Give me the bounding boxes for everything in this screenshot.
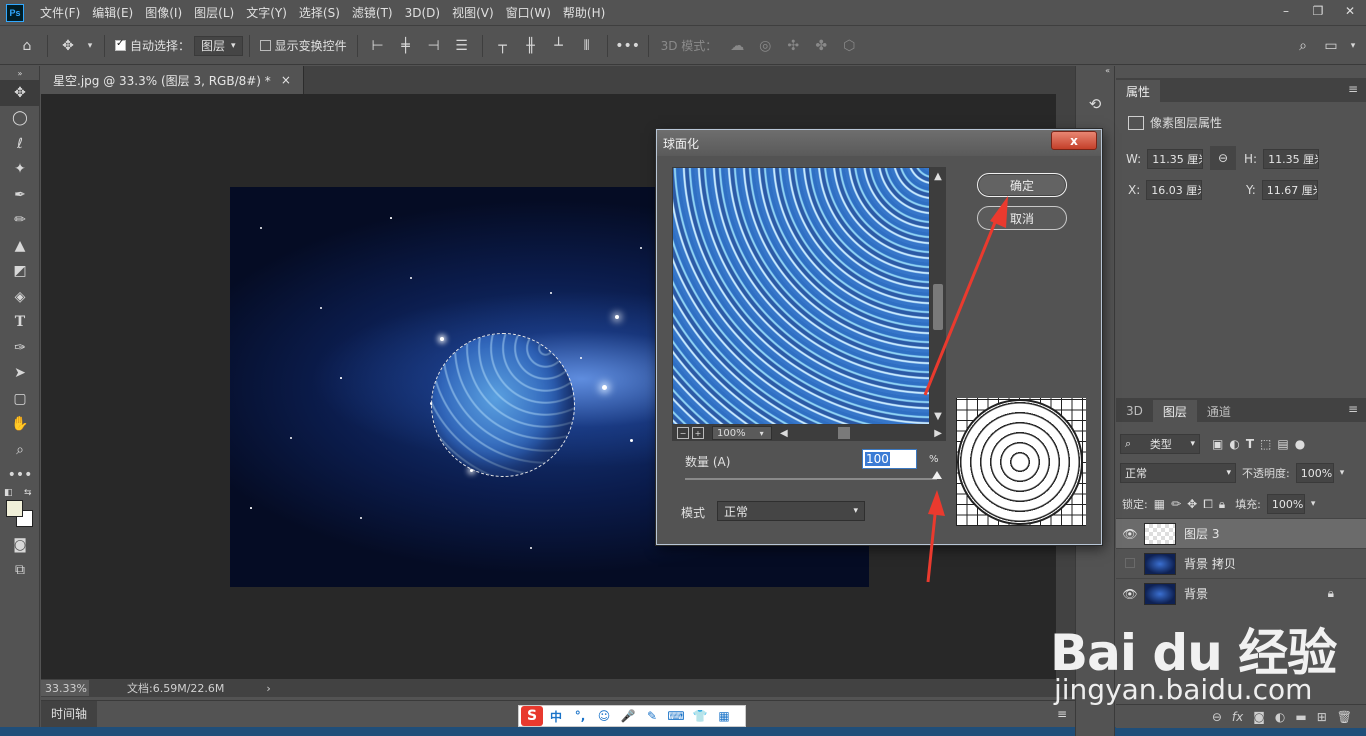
baidu-jingyan-watermark: Bai du 经验 jingyan.baidu.com	[1046, 613, 1366, 713]
arrow-to-ok-button	[923, 196, 1008, 396]
watermark-url: jingyan.baidu.com	[1054, 673, 1313, 706]
photoshop-window: Ps 文件(F) 编辑(E) 图像(I) 图层(L) 文字(Y) 选择(S) 滤…	[0, 0, 1366, 736]
arrow-to-slider	[926, 490, 945, 583]
